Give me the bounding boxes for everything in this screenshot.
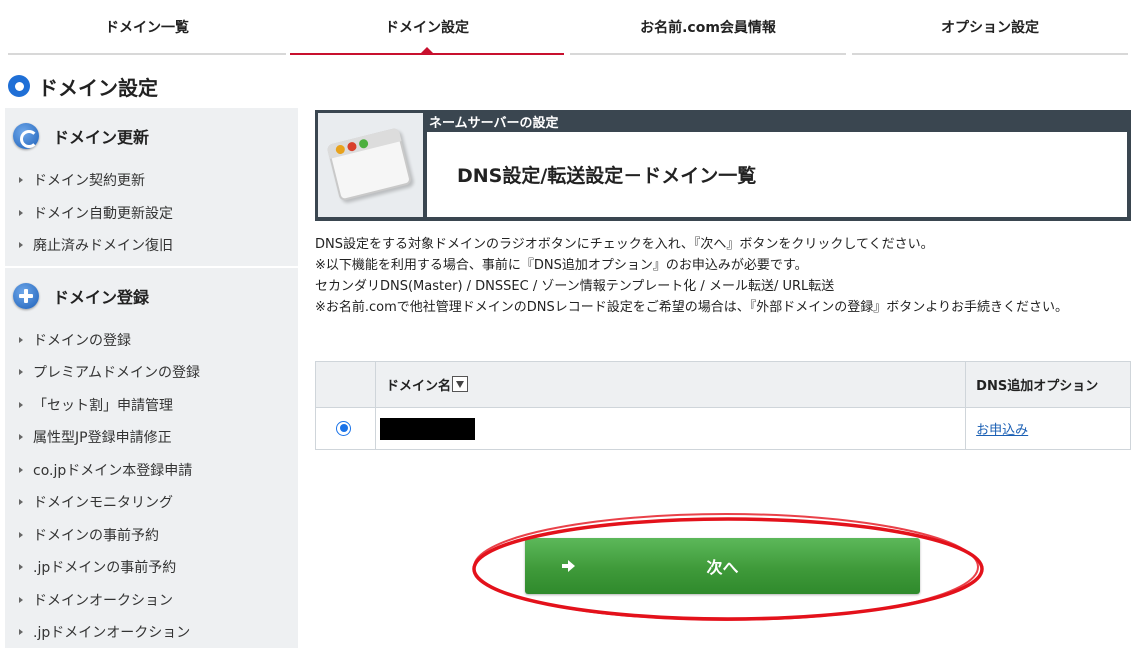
sidebar-section-register: ドメイン登録 ドメインの登録 プレミアムドメインの登録 「セット割」申請管理 属… [5,268,298,649]
domain-table: ドメイン名 DNS追加オプション お申込み [315,361,1131,450]
sidebar-item-label: ドメインの登録 [33,332,131,349]
domain-name-cell [374,407,967,450]
option-column-label: DNS追加オプション [976,379,1099,394]
tab-label: ドメイン設定 [385,19,469,36]
sidebar-item-monitoring[interactable]: ドメインモニタリング [5,486,298,519]
tab-option-settings[interactable]: オプション設定 [852,0,1128,55]
instructions: DNS設定をする対象ドメインのラジオボタンにチェックを入れ、『次へ』ボタンをクリ… [315,234,1133,318]
sidebar-item-preorder[interactable]: ドメインの事前予約 [5,519,298,552]
sidebar-item-auction[interactable]: ドメインオークション [5,584,298,617]
bullet-arrow-icon [19,564,23,571]
instruction-line: セカンダリDNS(Master) / DNSSEC / ゾーン情報テンプレート化… [315,279,835,294]
sidebar-section-renew: ドメイン更新 ドメイン契約更新 ドメイン自動更新設定 廃止済みドメイン復旧 [5,108,298,262]
top-nav: ドメイン一覧 ドメイン設定 お名前.com会員情報 オプション設定 [0,0,1140,56]
sidebar-item-label: .jpドメインの事前予約 [33,560,177,577]
sidebar-item-label: プレミアムドメインの登録 [33,365,201,382]
arrow-right-icon [562,560,576,572]
instruction-line: ※お名前.comで他社管理ドメインのDNSレコード設定をご希望の場合は、『外部ド… [315,300,1069,315]
sidebar-item-cojp[interactable]: co.jpドメイン本登録申請 [5,454,298,487]
bullet-arrow-icon [19,177,23,184]
table-row: お申込み [315,407,1131,450]
sidebar-heading-label: ドメイン更新 [53,128,150,147]
page-title-text: ドメイン設定 [38,75,158,100]
bullet-arrow-icon [19,242,23,249]
bullet-arrow-icon [19,369,23,376]
bullet-arrow-icon [19,336,23,343]
tab-label: オプション設定 [941,19,1039,36]
browser-window-icon [324,119,417,208]
sidebar-heading-renew[interactable]: ドメイン更新 [5,108,298,164]
tab-member-info[interactable]: お名前.com会員情報 [570,0,846,55]
sidebar-item-jp-auction[interactable]: .jpドメインオークション [5,616,298,649]
sidebar-item-jp-preorder[interactable]: .jpドメインの事前予約 [5,551,298,584]
sidebar-heading-register[interactable]: ドメイン登録 [5,268,298,324]
apply-option-link[interactable]: お申込み [976,423,1028,438]
bullet-arrow-icon [19,596,23,603]
domain-radio-button[interactable] [336,420,351,436]
sidebar-item-label: 属性型JP登録申請修正 [33,430,172,447]
sidebar-item-label: ドメインの事前予約 [33,527,159,544]
option-column-header: DNS追加オプション [965,361,1131,408]
sidebar-item-label: ドメイン自動更新設定 [33,205,173,222]
sidebar-item-jp-fix[interactable]: 属性型JP登録申請修正 [5,421,298,454]
section-label: ネームサーバーの設定 [429,116,559,131]
tab-label: お名前.com会員情報 [640,19,776,36]
sort-down-icon[interactable] [451,376,468,392]
bullet-arrow-icon [19,499,23,506]
sidebar-item-premium[interactable]: プレミアムドメインの登録 [5,356,298,389]
sidebar: ドメイン更新 ドメイン契約更新 ドメイン自動更新設定 廃止済みドメイン復旧 ドメ… [5,108,298,648]
sidebar-heading-label: ドメイン登録 [53,287,150,307]
header-title: DNS設定/転送設定－ドメイン一覧 [427,132,1127,217]
select-column-header [315,361,376,408]
tab-domain-list[interactable]: ドメイン一覧 [8,0,286,55]
plus-icon [13,282,39,309]
bullet-arrow-icon [19,209,23,216]
header-icon-cell [318,113,423,217]
redacted-domain-name [379,417,475,440]
renew-icon [13,123,39,149]
domain-column-header: ドメイン名 [374,361,967,408]
sidebar-item-label: ドメイン契約更新 [33,173,145,190]
bullet-arrow-icon [19,629,23,636]
sidebar-item-register[interactable]: ドメインの登録 [5,324,298,357]
tab-domain-settings[interactable]: ドメイン設定 [290,0,564,55]
bullet-arrow-icon [19,434,23,441]
bullet-arrow-icon [19,401,23,408]
bullet-arrow-icon [19,531,23,538]
domain-column-label: ドメイン名 [385,379,451,394]
sidebar-item-label: ドメインオークション [33,592,173,609]
section-header: ネームサーバーの設定 DNS設定/転送設定－ドメイン一覧 [315,110,1131,221]
instruction-line: ※以下機能を利用する場合、事前に『DNS追加オプション』のお申込みが必要です。 [315,258,808,273]
sidebar-item-label: ドメインモニタリング [33,495,173,512]
table-header-row: ドメイン名 DNS追加オプション [315,361,1131,408]
sidebar-item-label: co.jpドメイン本登録申請 [33,462,193,479]
ring-bullet-icon [8,75,30,97]
sidebar-item-label: .jpドメインオークション [33,625,191,642]
sidebar-item-label: 廃止済みドメイン復旧 [33,238,173,255]
instruction-line: DNS設定をする対象ドメインのラジオボタンにチェックを入れ、『次へ』ボタンをクリ… [315,237,934,252]
bullet-arrow-icon [19,466,23,473]
next-button[interactable]: 次へ [525,538,920,594]
sidebar-item-restore[interactable]: 廃止済みドメイン復旧 [5,229,298,262]
tab-label: ドメイン一覧 [105,19,189,36]
option-cell: お申込み [965,407,1131,450]
active-caret-icon [420,47,434,54]
select-cell [315,407,376,450]
sidebar-item-label: 「セット割」申請管理 [33,397,173,414]
next-button-label: 次へ [706,558,739,577]
sidebar-item-auto-renew[interactable]: ドメイン自動更新設定 [5,197,298,230]
page-title: ドメイン設定 [8,72,158,100]
sidebar-item-set-discount[interactable]: 「セット割」申請管理 [5,389,298,422]
sidebar-item-contract-renew[interactable]: ドメイン契約更新 [5,164,298,197]
